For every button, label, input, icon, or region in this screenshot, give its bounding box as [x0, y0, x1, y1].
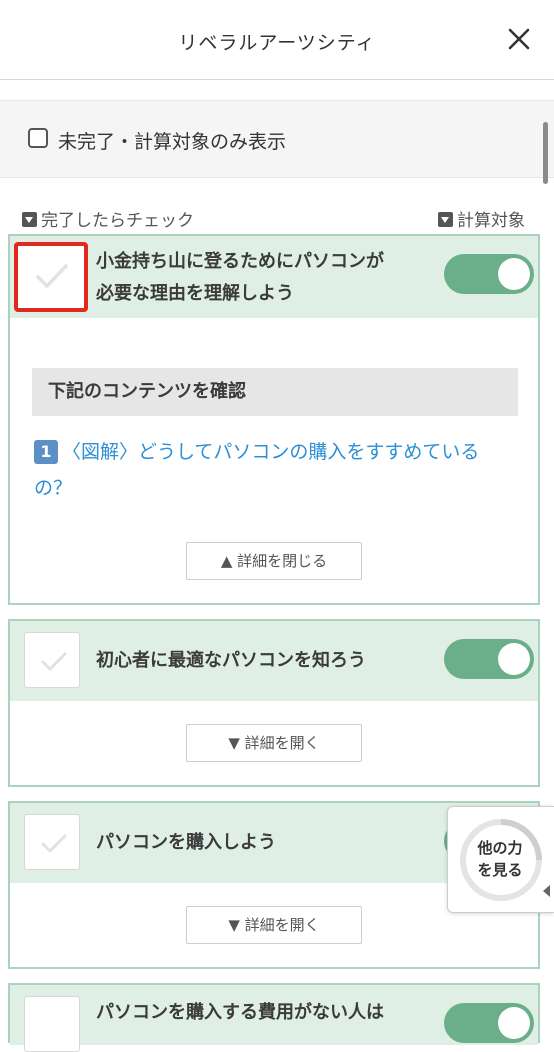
- page-title: リベラルアーツシティ: [178, 32, 376, 54]
- legend-counted-label: 計算対象: [457, 211, 525, 231]
- legend-complete-label: 完了したらチェック: [41, 211, 194, 231]
- task-card-2: 初心者に最適なパソコンを知ろう ▼ 詳細を開く: [8, 619, 540, 787]
- task-card-header: 初心者に最適なパソコンを知ろう: [10, 621, 538, 701]
- widget-label-line-1: 他の力: [477, 839, 523, 857]
- widget-label-line-2: を見る: [477, 861, 523, 879]
- collapse-details-button[interactable]: ▲ 詳細を閉じる: [186, 542, 362, 580]
- count-toggle[interactable]: [444, 1003, 534, 1043]
- check-icon: [41, 834, 67, 853]
- task-card-header: パソコンを購入する費用がない人は: [10, 985, 538, 1052]
- caret-down-icon: [22, 212, 37, 227]
- task-title: パソコンを購入しよう: [96, 832, 276, 853]
- task-card-1: 小金持ち山に登るためにパソコンが 必要な理由を理解しよう 下記のコンテンツを確認…: [8, 234, 540, 605]
- content-section-header: 下記のコンテンツを確認: [32, 368, 518, 416]
- filter-checkbox[interactable]: [28, 128, 48, 148]
- legend-complete: 完了したらチェック: [22, 206, 194, 231]
- expand-details-button[interactable]: ▼ 詳細を開く: [186, 724, 362, 762]
- legend-counted: 計算対象: [438, 206, 525, 231]
- task-complete-checkbox[interactable]: [24, 814, 80, 870]
- scrollbar[interactable]: [543, 122, 548, 184]
- check-icon: [41, 652, 67, 671]
- widget-label: 他の力 を見る: [468, 837, 532, 881]
- content-link-text[interactable]: 〈図解〉どうしてパソコンの購入をすすめているの？: [34, 441, 479, 499]
- task-title: パソコンを購入する費用がない人は: [96, 1002, 384, 1023]
- task-card-4: パソコンを購入する費用がない人は: [8, 983, 540, 1052]
- content-link[interactable]: 1 〈図解〉どうしてパソコンの購入をすすめているの？: [34, 434, 514, 506]
- filter-bar: 未完了・計算対象のみ表示: [0, 100, 554, 178]
- task-title: 初心者に最適なパソコンを知ろう: [96, 650, 366, 671]
- task-complete-checkbox[interactable]: [14, 242, 88, 312]
- filter-checkbox-label[interactable]: 未完了・計算対象のみ表示: [58, 127, 286, 154]
- task-card-header: 小金持ち山に登るためにパソコンが 必要な理由を理解しよう: [10, 236, 538, 318]
- count-toggle[interactable]: [444, 254, 534, 294]
- task-complete-checkbox[interactable]: [24, 632, 80, 688]
- caret-left-icon: [543, 885, 550, 897]
- task-title-line-2: 必要な理由を理解しよう: [96, 283, 294, 304]
- task-complete-checkbox[interactable]: [24, 996, 80, 1052]
- expand-details-button[interactable]: ▼ 詳細を開く: [186, 906, 362, 944]
- app-header: リベラルアーツシティ: [0, 0, 554, 80]
- check-icon: [36, 264, 68, 288]
- caret-down-icon: [438, 212, 453, 227]
- count-toggle[interactable]: [444, 639, 534, 679]
- close-icon[interactable]: [504, 24, 534, 54]
- task-title: 小金持ち山に登るためにパソコンが 必要な理由を理解しよう: [96, 246, 384, 310]
- see-other-powers-widget[interactable]: 他の力 を見る: [447, 806, 554, 913]
- task-title-line-1: 小金持ち山に登るためにパソコンが: [96, 251, 384, 272]
- number-badge: 1: [34, 440, 58, 464]
